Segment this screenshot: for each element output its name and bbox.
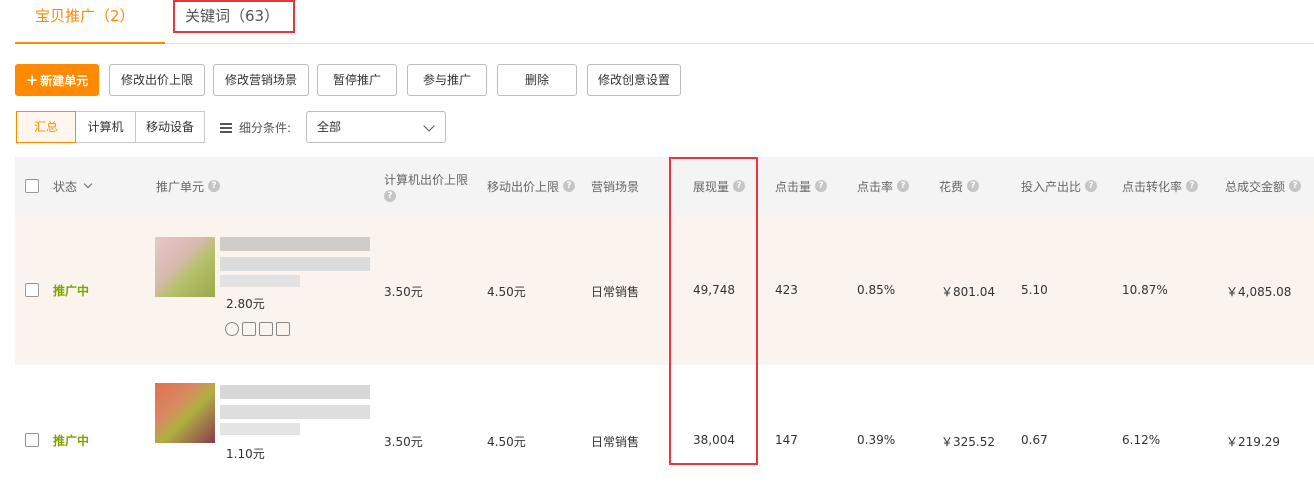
product-subtitle-blurred bbox=[220, 275, 300, 287]
filter-select[interactable]: 全部 bbox=[306, 111, 446, 143]
gmv-value: ￥4,085.08 bbox=[1226, 285, 1292, 299]
pause-icon[interactable] bbox=[225, 322, 239, 336]
tab-bar: 宝贝推广（2） 关键词（63） bbox=[15, 0, 1314, 44]
gmv-value: ￥219.29 bbox=[1226, 435, 1280, 449]
list-icon bbox=[220, 122, 232, 133]
product-title-blurred[interactable] bbox=[220, 385, 370, 399]
new-unit-button[interactable]: + 新建单元 bbox=[15, 64, 99, 96]
help-icon[interactable]: ? bbox=[384, 190, 396, 202]
column-impressions[interactable]: 展现量? bbox=[693, 157, 746, 215]
chevron-down-icon bbox=[423, 120, 435, 132]
status-badge: 推广中 bbox=[53, 434, 90, 448]
row-checkbox[interactable] bbox=[25, 283, 39, 297]
column-scene: 营销场景 bbox=[591, 179, 640, 194]
row-checkbox[interactable] bbox=[25, 433, 39, 447]
segment-summary[interactable]: 汇总 bbox=[16, 111, 76, 143]
help-icon[interactable]: ? bbox=[815, 180, 828, 192]
column-gmv[interactable]: 总成交金额? bbox=[1225, 157, 1302, 215]
filter-label: 细分条件: bbox=[220, 119, 291, 136]
tab-item-promotion[interactable]: 宝贝推广（2） bbox=[15, 4, 165, 44]
delete-button[interactable]: 删除 bbox=[497, 64, 577, 96]
product-thumbnail[interactable] bbox=[155, 237, 215, 297]
status-badge: 推广中 bbox=[53, 284, 90, 298]
column-pc-bid: 计算机出价上限? bbox=[384, 173, 469, 202]
product-subtitle-blurred bbox=[220, 423, 300, 435]
ctr-value: 0.39% bbox=[857, 433, 896, 447]
help-icon[interactable]: ? bbox=[897, 180, 910, 192]
cvr-value: 10.87% bbox=[1122, 283, 1168, 297]
note-icon[interactable] bbox=[276, 322, 290, 336]
chevron-down-icon bbox=[83, 179, 93, 189]
plus-icon: + bbox=[25, 71, 39, 89]
row-action-icons bbox=[225, 322, 290, 336]
table-row: 推广中 1.10元 3.50元 4.50元 日常销售 38,004 147 0.… bbox=[15, 365, 1314, 498]
help-icon[interactable]: ? bbox=[733, 180, 746, 192]
product-thumbnail[interactable] bbox=[155, 383, 215, 443]
cost-value: ￥325.52 bbox=[941, 435, 995, 449]
product-title-blurred bbox=[220, 405, 370, 419]
tab-keywords[interactable]: 关键词（63） bbox=[185, 4, 279, 40]
help-icon[interactable]: ? bbox=[1186, 180, 1199, 192]
scene-value: 日常销售 bbox=[591, 285, 640, 299]
product-title-blurred[interactable] bbox=[220, 237, 370, 251]
pc-bid-value[interactable]: 3.50元 bbox=[384, 433, 423, 450]
mobile-bid-value[interactable]: 4.50元 bbox=[487, 433, 526, 450]
clicks-value: 423 bbox=[775, 283, 798, 297]
ctr-value: 0.85% bbox=[857, 283, 896, 297]
mobile-bid-value[interactable]: 4.50元 bbox=[487, 283, 526, 300]
cost-value: ￥801.04 bbox=[941, 285, 995, 299]
column-clicks[interactable]: 点击量? bbox=[775, 157, 828, 215]
column-status[interactable]: 状态 bbox=[53, 157, 93, 215]
device-segment: 汇总 计算机 移动设备 bbox=[16, 111, 205, 143]
impressions-value: 49,748 bbox=[693, 283, 735, 297]
clipboard-icon[interactable] bbox=[242, 322, 256, 336]
table-row: 推广中 2.80元 3.50元 4.50元 日常销售 49,748 423 0.… bbox=[15, 215, 1314, 365]
help-icon[interactable]: ? bbox=[563, 180, 576, 192]
select-all-checkbox[interactable] bbox=[25, 179, 39, 193]
pc-bid-value[interactable]: 3.50元 bbox=[384, 283, 423, 300]
impressions-value: 38,004 bbox=[693, 433, 735, 447]
product-price: 2.80元 bbox=[226, 297, 265, 311]
product-price: 1.10元 bbox=[226, 447, 265, 461]
column-ctr[interactable]: 点击率? bbox=[857, 157, 910, 215]
clicks-value: 147 bbox=[775, 433, 798, 447]
column-mobile-bid: 移动出价上限? bbox=[487, 157, 576, 215]
trash-icon[interactable] bbox=[259, 322, 273, 336]
edit-bid-button[interactable]: 修改出价上限 bbox=[109, 64, 205, 96]
help-icon[interactable]: ? bbox=[208, 180, 221, 192]
join-button[interactable]: 参与推广 bbox=[407, 64, 487, 96]
roi-value: 5.10 bbox=[1021, 283, 1048, 297]
edit-scene-button[interactable]: 修改营销场景 bbox=[213, 64, 309, 96]
pause-button[interactable]: 暂停推广 bbox=[317, 64, 397, 96]
edit-creative-button[interactable]: 修改创意设置 bbox=[587, 64, 681, 96]
roi-value: 0.67 bbox=[1021, 433, 1048, 447]
column-cvr[interactable]: 点击转化率? bbox=[1122, 157, 1199, 215]
help-icon[interactable]: ? bbox=[1289, 180, 1302, 192]
table-header: 状态 推广单元? 计算机出价上限? 移动出价上限? 营销场景 展现量? 点击量?… bbox=[15, 157, 1314, 215]
scene-value: 日常销售 bbox=[591, 435, 640, 449]
column-roi[interactable]: 投入产出比? bbox=[1021, 157, 1098, 215]
help-icon[interactable]: ? bbox=[1085, 180, 1098, 192]
product-title-blurred bbox=[220, 257, 370, 271]
column-unit: 推广单元? bbox=[156, 157, 221, 215]
column-cost[interactable]: 花费? bbox=[939, 157, 980, 215]
help-icon[interactable]: ? bbox=[967, 180, 980, 192]
segment-computer[interactable]: 计算机 bbox=[75, 111, 136, 143]
cvr-value: 6.12% bbox=[1122, 433, 1161, 447]
segment-mobile[interactable]: 移动设备 bbox=[135, 111, 205, 143]
